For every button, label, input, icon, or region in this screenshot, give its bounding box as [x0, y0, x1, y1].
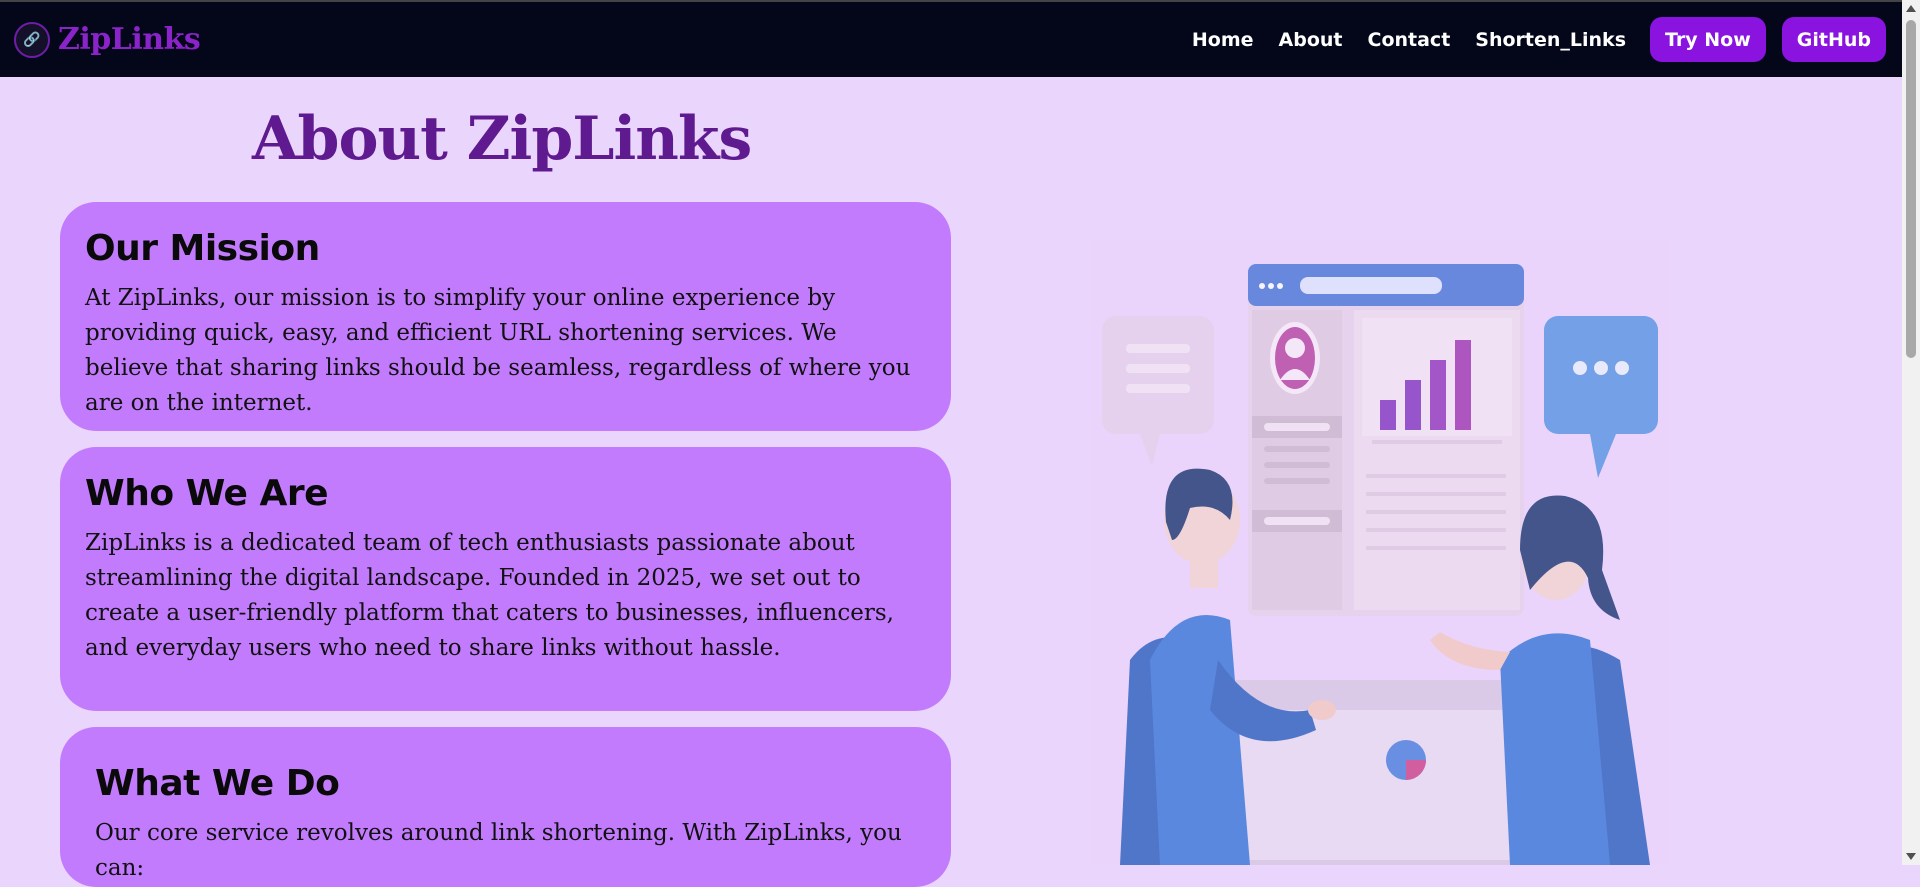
page-title: About ZipLinks	[252, 104, 752, 174]
nav-link-shorten-links[interactable]: Shorten_Links	[1475, 29, 1626, 51]
what-we-do-text: Our core service revolves around link sh…	[95, 820, 902, 881]
try-now-button[interactable]: Try Now	[1650, 17, 1766, 62]
what-we-do-heading: What We Do	[95, 763, 340, 804]
scroll-down-icon[interactable]	[1906, 853, 1916, 860]
scroll-up-icon[interactable]	[1906, 5, 1916, 12]
mission-card: Our Mission At ZipLinks, our mission is …	[60, 202, 951, 431]
who-we-are-heading: Who We Are	[85, 473, 329, 514]
who-we-are-text: ZipLinks is a dedicated team of tech ent…	[85, 530, 894, 661]
github-button[interactable]: GitHub	[1781, 17, 1886, 62]
scroll-thumb[interactable]	[1906, 20, 1916, 358]
mission-text: At ZipLinks, our mission is to simplify …	[85, 285, 911, 416]
nav-link-about[interactable]: About	[1279, 29, 1343, 51]
vertical-scrollbar[interactable]	[1902, 0, 1920, 865]
mission-heading: Our Mission	[85, 228, 320, 269]
nav-link-home[interactable]: Home	[1192, 29, 1254, 51]
navbar: 🔗 ZipLinks Home About Contact Shorten_Li…	[0, 0, 1902, 77]
brand[interactable]: 🔗 ZipLinks	[14, 21, 201, 58]
nav-links: Home About Contact Shorten_Links Try Now…	[1167, 17, 1902, 62]
who-we-are-card: Who We Are ZipLinks is a dedicated team …	[60, 447, 951, 711]
team-meeting-dashboard-illustration	[1090, 240, 1670, 865]
link-logo-icon: 🔗	[14, 21, 50, 58]
brand-name: ZipLinks	[58, 22, 201, 57]
what-we-do-card: What We Do Our core service revolves aro…	[60, 727, 951, 887]
nav-link-contact[interactable]: Contact	[1368, 29, 1451, 51]
